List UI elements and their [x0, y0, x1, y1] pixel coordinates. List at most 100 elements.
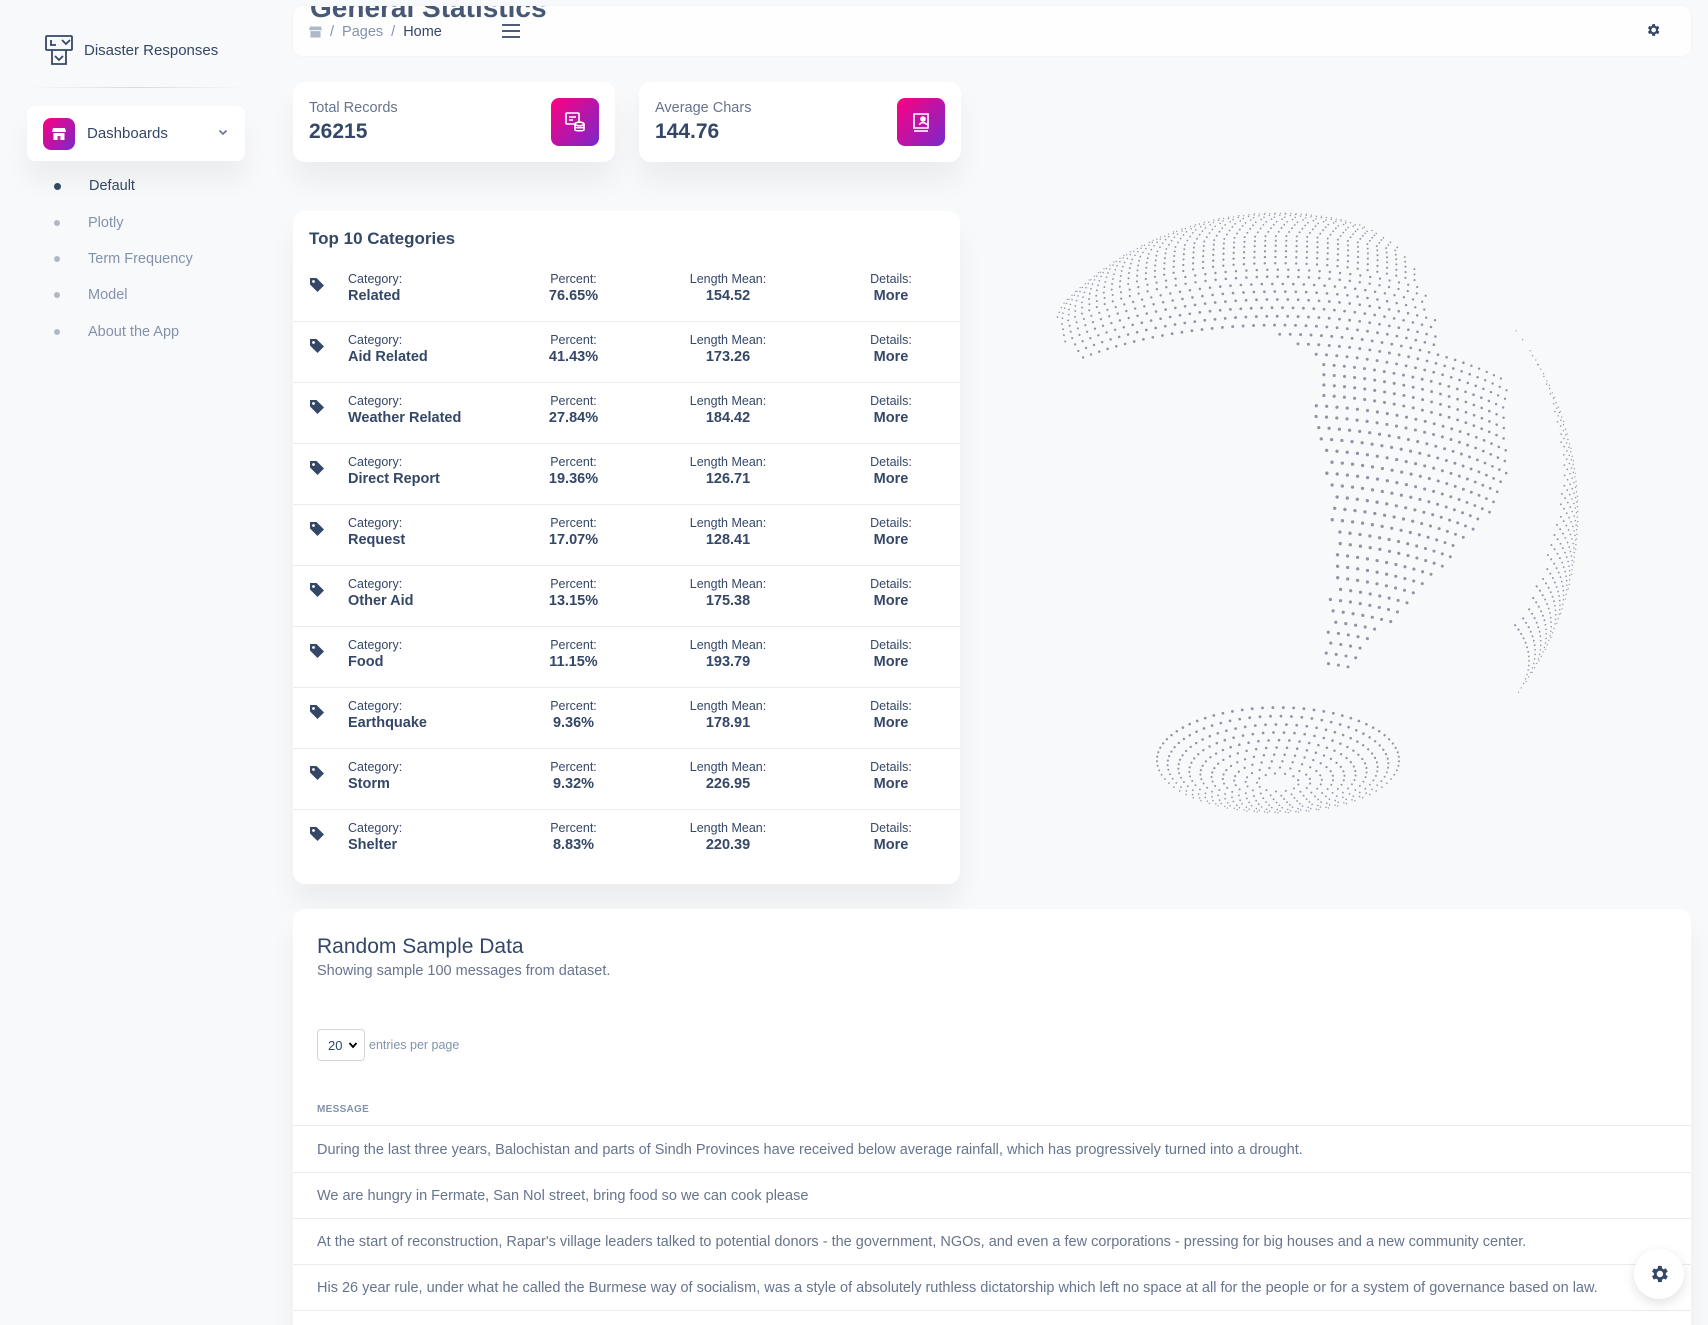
column-header-message[interactable]: MESSAGE: [317, 1104, 369, 1115]
globe-dot: [1185, 231, 1188, 233]
globe-dot: [1194, 741, 1198, 745]
globe-dot: [1300, 715, 1304, 719]
globe-dot: [1369, 275, 1372, 279]
breadcrumb-pages[interactable]: Pages: [342, 24, 383, 40]
globe-dot: [1480, 416, 1484, 420]
brand[interactable]: Disaster Responses: [44, 34, 218, 66]
globe-dot: [1270, 282, 1274, 286]
globe-dot: [1171, 299, 1174, 302]
details-link[interactable]: More: [841, 532, 941, 548]
globe-dot: [1252, 755, 1256, 759]
globe-dot: [1285, 212, 1287, 214]
globe-dot: [1560, 580, 1563, 583]
globe-dot: [1366, 296, 1369, 300]
globe-dot: [1221, 777, 1224, 781]
details-link[interactable]: More: [841, 654, 941, 670]
sidebar-item-default[interactable]: Default: [54, 168, 193, 204]
sidebar-item-dashboards[interactable]: Dashboards: [27, 106, 245, 161]
globe-dot: [1362, 780, 1365, 783]
globe-dot: [1156, 250, 1159, 253]
globe-dot: [1576, 506, 1579, 508]
globe-dot: [1265, 801, 1267, 803]
globe-dot: [1330, 783, 1333, 786]
globe-dot: [1238, 807, 1241, 809]
globe-dot: [1394, 562, 1398, 567]
globe-dot: [1251, 732, 1255, 736]
globe-dot: [1338, 530, 1342, 534]
sidebar-item-plotly[interactable]: Plotly: [54, 204, 193, 240]
configurator-button[interactable]: [1634, 1249, 1684, 1299]
globe-dot: [1253, 245, 1256, 248]
category-row: Category: Related Percent: 76.65% Length Mea…: [293, 261, 960, 322]
globe-dot: [1566, 478, 1569, 481]
globe-dot: [1542, 577, 1545, 581]
globe-dot: [1363, 312, 1367, 315]
globe-dot: [1252, 324, 1256, 327]
globe-dot: [1566, 541, 1569, 544]
globe-dot: [1469, 467, 1473, 471]
shop-icon[interactable]: [309, 26, 322, 38]
globe-dot: [1437, 527, 1441, 531]
globe-dot: [1461, 464, 1465, 468]
details-link[interactable]: More: [841, 410, 941, 426]
globe-dot: [1185, 790, 1188, 792]
globe-dot: [1490, 442, 1493, 445]
globe-dot: [1340, 219, 1342, 221]
details-link[interactable]: More: [841, 837, 941, 853]
globe-dot: [1218, 308, 1222, 312]
breadcrumb-current: Home: [403, 24, 442, 40]
details-link[interactable]: More: [841, 288, 941, 304]
globe-dot: [1310, 807, 1312, 810]
globe-dot: [1291, 306, 1295, 310]
sidebar-item-term-frequency[interactable]: Term Frequency: [54, 241, 193, 277]
globe-dot: [1298, 231, 1301, 234]
globe-dot: [1472, 393, 1475, 397]
mailbox-icon: [45, 35, 73, 65]
globe-dot: [1136, 274, 1139, 277]
details-link[interactable]: More: [841, 349, 941, 365]
globe-dot: [1163, 267, 1166, 270]
details-link[interactable]: More: [841, 776, 941, 792]
globe-dot: [1404, 460, 1408, 464]
globe-dot: [1394, 504, 1398, 508]
globe-dot: [1288, 332, 1292, 336]
entries-select[interactable]: 20: [317, 1029, 365, 1061]
percent-key: Percent:: [550, 577, 597, 591]
globe-dot: [1564, 537, 1567, 539]
gear-icon[interactable]: [1645, 22, 1661, 38]
details-link[interactable]: More: [841, 593, 941, 609]
globe-dot: [1480, 427, 1484, 431]
globe-dot: [1461, 535, 1465, 539]
globe-dot: [1214, 278, 1217, 282]
length-mean-key: Length Mean:: [689, 455, 767, 469]
globe-dot: [1420, 521, 1424, 526]
details-link[interactable]: More: [841, 471, 941, 487]
globe-dot: [1322, 373, 1326, 377]
hamburger-icon[interactable]: [501, 23, 521, 39]
globe-dot: [1088, 292, 1091, 295]
globe-dot: [1539, 635, 1542, 638]
globe-dot: [1574, 507, 1577, 509]
globe-dot: [1246, 810, 1248, 812]
globe-dot: [1195, 730, 1198, 733]
globe-dot: [1575, 539, 1577, 541]
globe-dot: [1362, 732, 1365, 735]
globe-dot: [1314, 795, 1316, 798]
stat-value: 144.76: [655, 120, 720, 143]
globe-dot: [1341, 610, 1345, 614]
globe-dot: [1180, 330, 1184, 334]
globe-dot: [1498, 385, 1501, 389]
globe-dot: [1168, 782, 1170, 784]
details-link[interactable]: More: [841, 715, 941, 731]
globe-dot: [1564, 497, 1567, 500]
sidebar-item-model[interactable]: Model: [54, 277, 193, 313]
tag-icon: [309, 582, 325, 603]
globe-dot: [1210, 724, 1214, 727]
globe-dot: [1194, 274, 1197, 277]
length-mean-key: Length Mean:: [689, 638, 767, 652]
globe-dot: [1383, 733, 1386, 737]
globe-dot: [1333, 730, 1337, 734]
sidebar-item-about[interactable]: About the App: [54, 314, 193, 350]
globe-dot: [1297, 783, 1300, 786]
globe-dot: [1176, 233, 1179, 235]
